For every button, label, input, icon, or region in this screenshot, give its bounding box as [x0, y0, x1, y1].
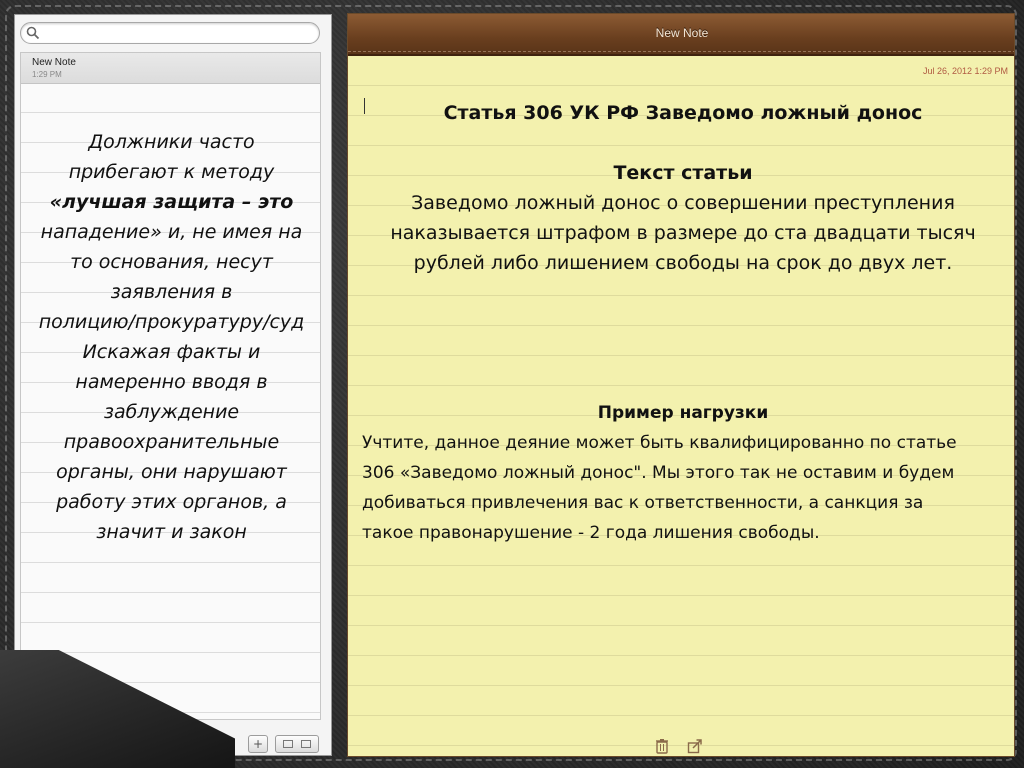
overlay-line: полицию/прокуратуру/суд — [38, 311, 305, 333]
view-toggle-icon[interactable] — [275, 735, 319, 753]
note-line: наказывается штрафом в размере до ста дв… — [390, 222, 976, 244]
overlay-line: заявления в — [110, 281, 233, 303]
note-date: Jul 26, 2012 1:29 PM — [922, 66, 1008, 76]
overlay-line: Искажая факты и — [82, 341, 261, 363]
list-item[interactable]: New Note 1:29 PM — [21, 53, 320, 84]
note-line: Учтите, данное деяние может быть квалифи… — [362, 433, 957, 453]
note-example-heading: Пример нагрузки — [597, 403, 769, 423]
overlay-line: правоохранительные — [63, 431, 280, 453]
note-toolbar — [348, 736, 1014, 756]
add-note-button[interactable]: + — [248, 735, 268, 753]
note-header-title: New Note — [655, 26, 709, 40]
notes-list-panel: New Note 1:29 PM Должники часто прибегаю… — [14, 14, 332, 756]
note-paper[interactable]: Jul 26, 2012 1:29 PM Статья 306 УК РФ За… — [348, 56, 1014, 756]
overlay-line: значит и закон — [96, 521, 247, 543]
overlay-line: нападение» и, не имея на — [40, 221, 303, 243]
overlay-line: намеренно вводя в — [75, 371, 268, 393]
note-editor: New Note Jul 26, 2012 1:29 PM Статья 306… — [347, 13, 1015, 757]
list-item-time: 1:29 PM — [32, 70, 62, 79]
overlay-line: прибегают к методу — [68, 161, 275, 183]
share-icon[interactable] — [687, 738, 703, 754]
overlay-line: «лучшая защита – это — [49, 191, 294, 213]
overlay-line: то основания, несут — [70, 251, 273, 273]
search-input[interactable] — [43, 24, 317, 44]
search-icon — [26, 26, 40, 40]
note-line: Заведомо ложный донос о совершении прест… — [411, 192, 955, 214]
note-line: такое правонарушение - 2 года лишения св… — [362, 523, 820, 543]
trash-icon[interactable] — [655, 738, 669, 754]
overlay-line: заблуждение — [103, 401, 240, 423]
note-body[interactable]: Статья 306 УК РФ Заведомо ложный донос Т… — [362, 98, 1002, 548]
overlay-line: Должники часто — [88, 131, 255, 153]
search-box[interactable] — [20, 22, 320, 44]
notes-list: New Note 1:29 PM Должники часто прибегаю… — [20, 52, 321, 720]
overlay-line: работу этих органов, а — [56, 491, 287, 513]
note-heading: Статья 306 УК РФ Заведомо ложный донос — [443, 102, 923, 124]
list-item-title: New Note — [32, 57, 76, 68]
note-line: 306 «Заведомо ложный донос". Мы этого та… — [362, 463, 955, 483]
note-line: добиваться привлечения вас к ответственн… — [362, 493, 924, 513]
overlay-line: органы, они нарушают — [56, 461, 287, 483]
note-subheading: Текст статьи — [613, 162, 753, 184]
overlay-text: Должники часто прибегают к методу «лучша… — [21, 127, 322, 547]
note-line: рублей либо лишением свободы на срок до … — [413, 252, 953, 274]
note-header: New Note — [348, 14, 1014, 56]
